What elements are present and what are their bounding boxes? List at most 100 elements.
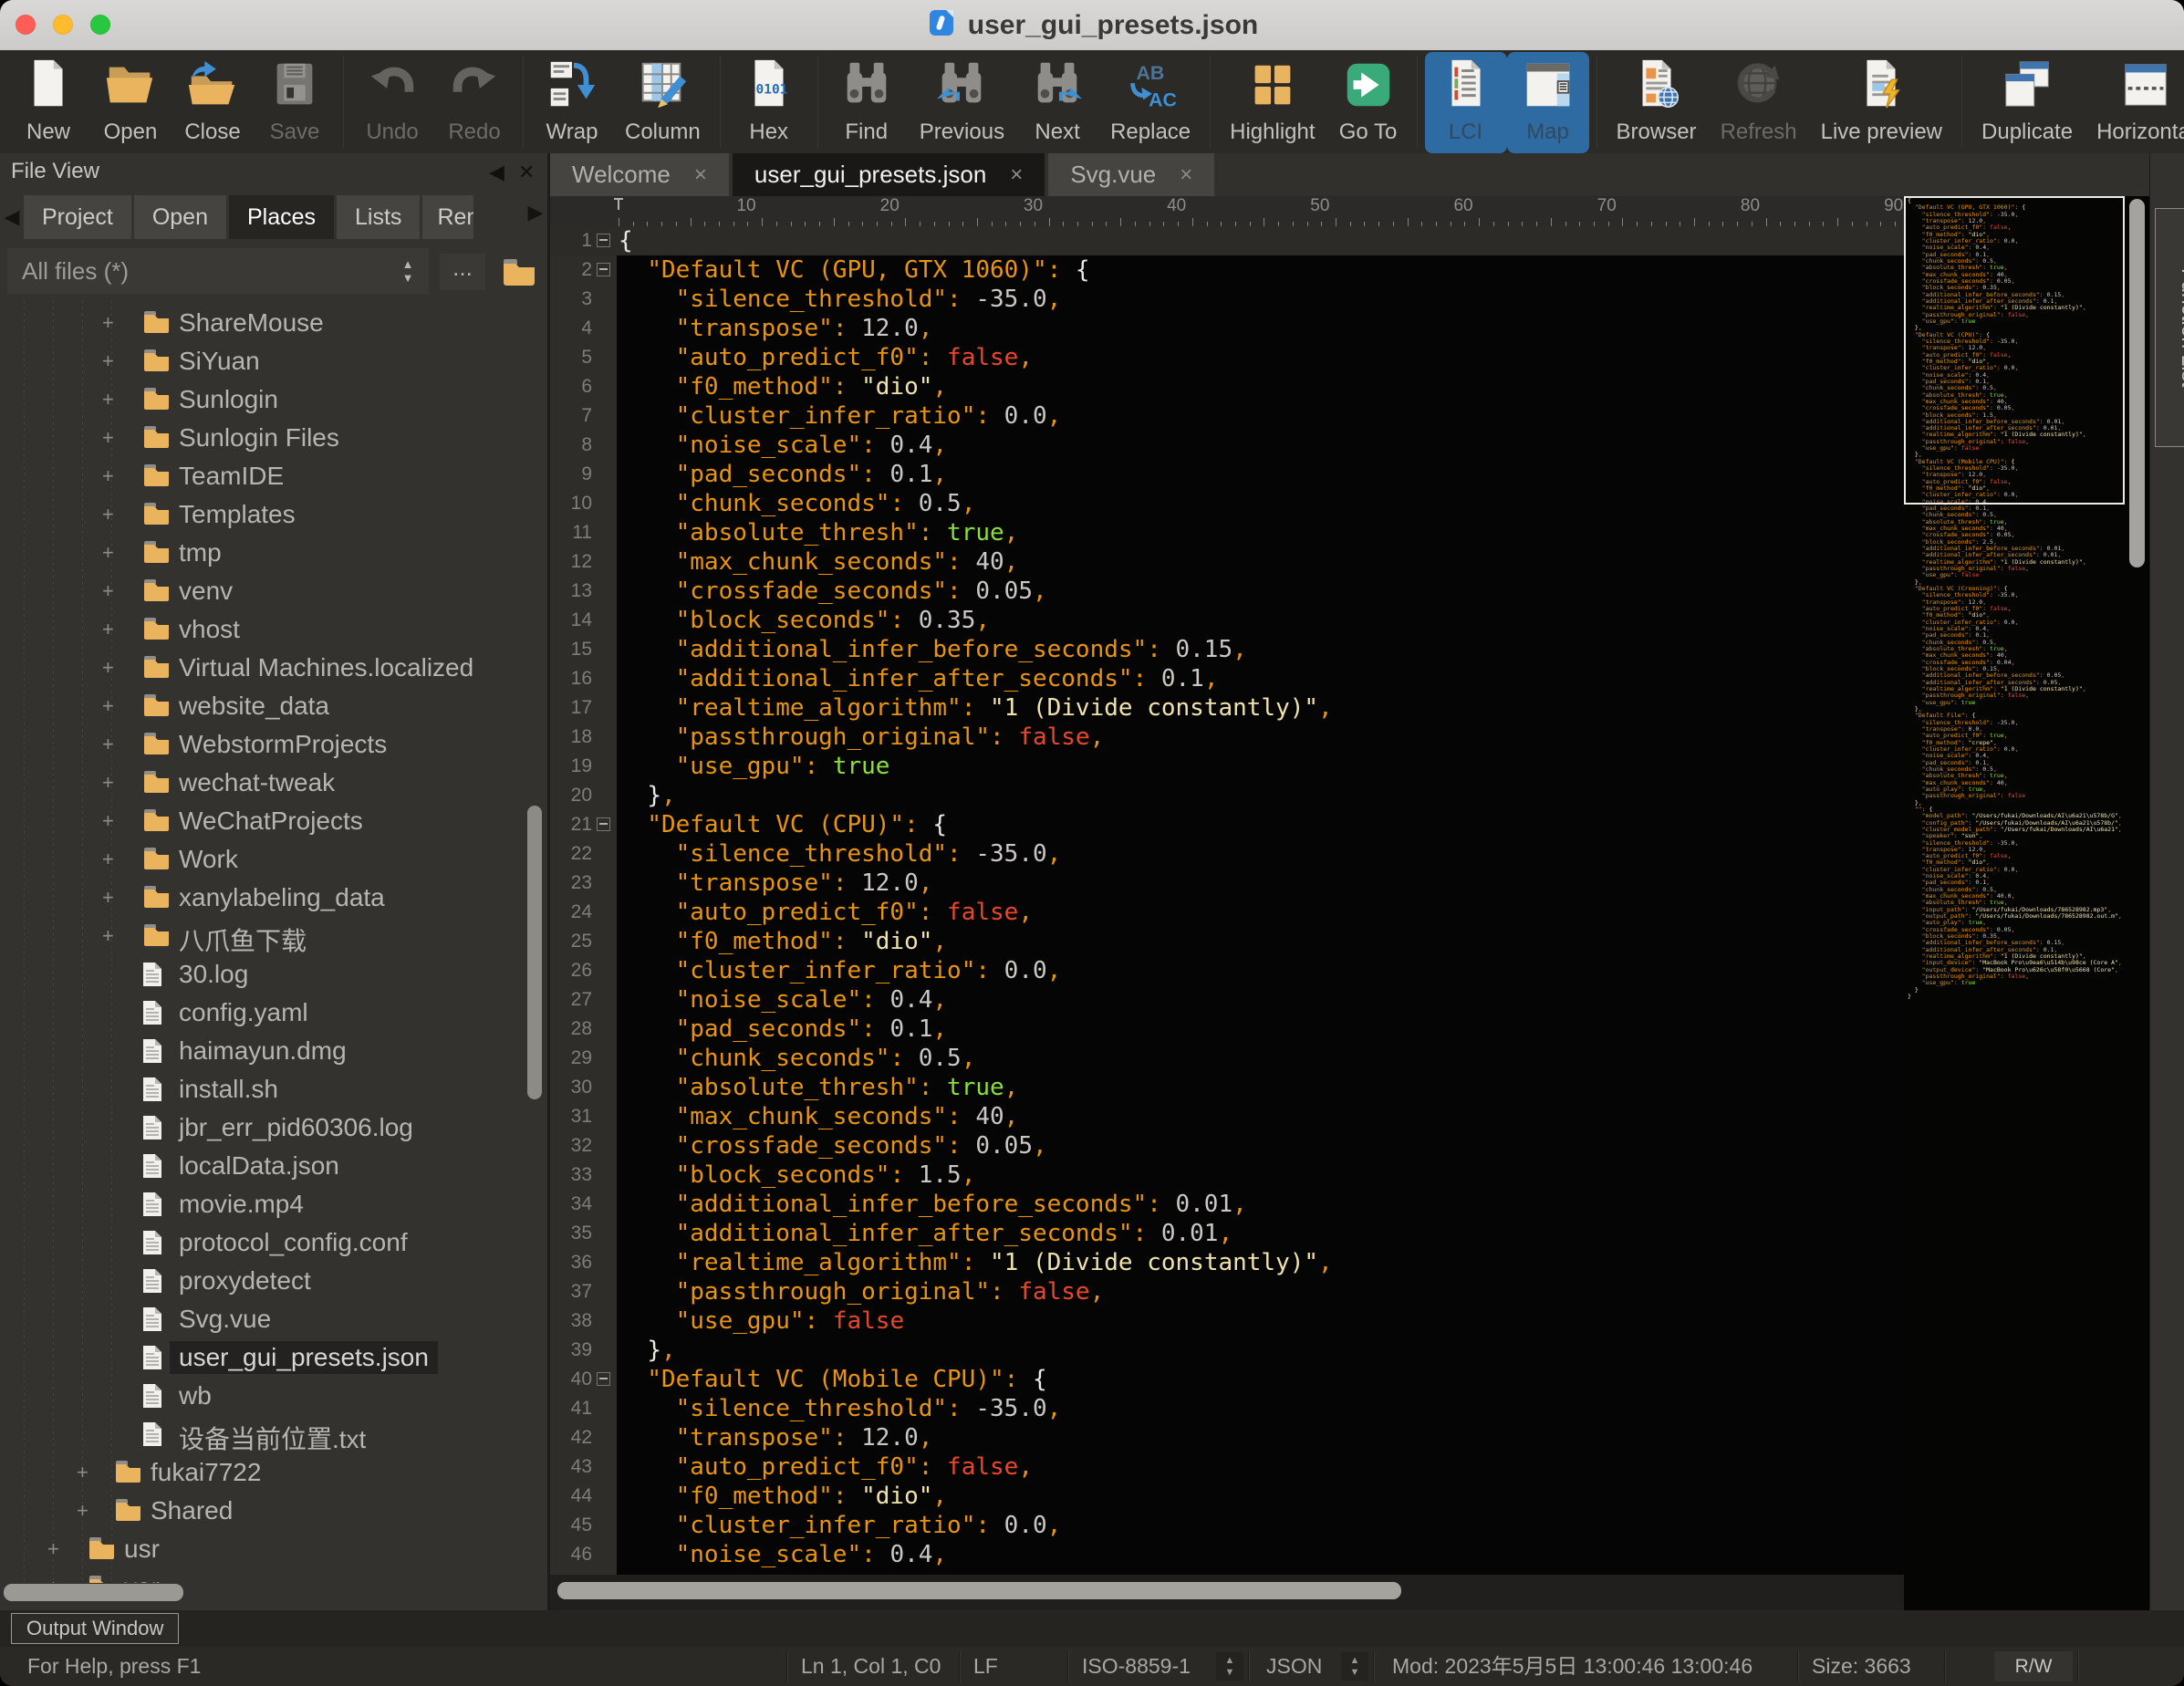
editor-hscroll-thumb[interactable] bbox=[557, 1582, 1401, 1599]
code-line[interactable]: 10 "chunk_seconds": 0.5, bbox=[550, 489, 1904, 518]
code-line[interactable]: 4 "transpose": 12.0, bbox=[550, 314, 1904, 343]
tabs-scroll-right-icon[interactable]: ▶ bbox=[524, 201, 547, 224]
function-list-tab[interactable]: Function List bbox=[2155, 208, 2184, 447]
code-line[interactable]: 29 "chunk_seconds": 0.5, bbox=[550, 1044, 1904, 1073]
editor-vertical-scrollbar[interactable] bbox=[2129, 199, 2145, 567]
close-folder-button[interactable]: Close bbox=[172, 52, 254, 153]
tab-close-icon[interactable]: × bbox=[694, 162, 707, 188]
code-line[interactable]: 28 "pad_seconds": 0.1, bbox=[550, 1015, 1904, 1044]
tree-item-folder[interactable]: +Shared bbox=[0, 1493, 547, 1531]
tree-item-folder[interactable]: +ShareMouse bbox=[0, 305, 547, 343]
replace-button[interactable]: ABACReplace bbox=[1098, 52, 1202, 153]
code-line[interactable]: 11 "absolute_thresh": true, bbox=[550, 518, 1904, 547]
tree-expander-icon[interactable]: + bbox=[102, 389, 114, 411]
tree-item-file[interactable]: 30.log bbox=[0, 956, 547, 994]
code-line[interactable]: 20 }, bbox=[550, 781, 1904, 810]
code-line[interactable]: 14 "block_seconds": 0.35, bbox=[550, 606, 1904, 635]
highlight-button[interactable]: Highlight bbox=[1218, 52, 1326, 153]
tree-item-file[interactable]: install.sh bbox=[0, 1071, 547, 1109]
tree-item-folder[interactable]: +venv bbox=[0, 573, 547, 611]
code-line[interactable]: 42 "transpose": 12.0, bbox=[550, 1423, 1904, 1452]
code-line[interactable]: 13 "crossfade_seconds": 0.05, bbox=[550, 577, 1904, 606]
tree-item-file[interactable]: localData.json bbox=[0, 1148, 547, 1186]
tree-expander-icon[interactable]: + bbox=[102, 887, 114, 909]
tree-item-folder[interactable]: +八爪鱼下载 bbox=[0, 918, 547, 956]
panel-collapse-icon[interactable]: ◀ bbox=[489, 161, 504, 184]
horizontal-button[interactable]: Horizontal bbox=[2085, 52, 2184, 153]
code-line[interactable]: 15 "additional_infer_before_seconds": 0.… bbox=[550, 635, 1904, 664]
code-line[interactable]: 16 "additional_infer_after_seconds": 0.1… bbox=[550, 664, 1904, 693]
duplicate-button[interactable]: Duplicate bbox=[1970, 52, 2085, 153]
code-line[interactable]: 3 "silence_threshold": -35.0, bbox=[550, 285, 1904, 314]
file-view-tab-places[interactable]: Places bbox=[229, 195, 334, 239]
code-line[interactable]: 32 "crossfade_seconds": 0.05, bbox=[550, 1131, 1904, 1160]
goto-button[interactable]: Go To bbox=[1327, 52, 1409, 153]
tree-item-folder[interactable]: +usr bbox=[0, 1531, 547, 1569]
code-line[interactable]: 41 "silence_threshold": -35.0, bbox=[550, 1394, 1904, 1423]
status-mode[interactable]: JSON bbox=[1266, 1647, 1322, 1686]
tree-expander-icon[interactable]: + bbox=[47, 1577, 59, 1583]
new-file-button[interactable]: New bbox=[7, 52, 89, 153]
tree-item-folder[interactable]: +Work bbox=[0, 841, 547, 879]
tree-expander-icon[interactable]: + bbox=[102, 619, 114, 640]
live-preview-button[interactable]: Live preview bbox=[1809, 52, 1954, 153]
editor-horizontal-scrollbar[interactable] bbox=[550, 1575, 1904, 1610]
fold-marker-icon[interactable] bbox=[597, 263, 610, 276]
code-line[interactable]: 17 "realtime_algorithm": "1 (Divide cons… bbox=[550, 693, 1904, 723]
tree-expander-icon[interactable]: + bbox=[102, 734, 114, 755]
fold-marker-icon[interactable] bbox=[597, 817, 610, 831]
status-line-ending[interactable]: LF bbox=[973, 1647, 998, 1686]
code-line[interactable]: 6 "f0_method": "dio", bbox=[550, 372, 1904, 401]
tree-item-folder[interactable]: +WebstormProjects bbox=[0, 726, 547, 765]
fold-marker-icon[interactable] bbox=[597, 234, 610, 247]
encoding-spinner-icon[interactable]: ▲▼ bbox=[1216, 1652, 1243, 1681]
tree-expander-icon[interactable]: + bbox=[102, 465, 114, 487]
panel-close-icon[interactable]: ✕ bbox=[518, 161, 535, 184]
lci-button[interactable]: LCI bbox=[1425, 52, 1507, 153]
code-line[interactable]: 45 "cluster_infer_ratio": 0.0, bbox=[550, 1511, 1904, 1540]
code-line[interactable]: 22 "silence_threshold": -35.0, bbox=[550, 839, 1904, 869]
filter-spinner-icon[interactable]: ▲▼ bbox=[396, 254, 420, 288]
code-line[interactable]: 5 "auto_predict_f0": false, bbox=[550, 343, 1904, 372]
editor-tab-svg-vue[interactable]: Svg.vue× bbox=[1048, 153, 1214, 196]
status-readwrite-badge[interactable]: R/W bbox=[1994, 1651, 2073, 1681]
code-line[interactable]: 31 "max_chunk_seconds": 40, bbox=[550, 1102, 1904, 1131]
code-line[interactable]: 38 "use_gpu": false bbox=[550, 1306, 1904, 1336]
fold-marker-icon[interactable] bbox=[597, 1372, 610, 1386]
tree-item-folder[interactable]: +TeamIDE bbox=[0, 458, 547, 496]
tree-item-folder[interactable]: +Sunlogin Files bbox=[0, 420, 547, 458]
tree-item-folder[interactable]: +WeChatProjects bbox=[0, 803, 547, 841]
tree-item-folder[interactable]: +vhost bbox=[0, 611, 547, 650]
tree-expander-icon[interactable]: + bbox=[102, 427, 114, 449]
tree-expander-icon[interactable]: + bbox=[47, 1538, 59, 1560]
code-line[interactable]: 44 "f0_method": "dio", bbox=[550, 1482, 1904, 1511]
code-line[interactable]: 33 "block_seconds": 1.5, bbox=[550, 1160, 1904, 1190]
code-line[interactable]: 36 "realtime_algorithm": "1 (Divide cons… bbox=[550, 1248, 1904, 1277]
code-editor[interactable]: 1{2 "Default VC (GPU, GTX 1060)": {3 "si… bbox=[550, 226, 1904, 1575]
tab-close-icon[interactable]: × bbox=[1010, 162, 1023, 188]
column-button[interactable]: Column bbox=[613, 52, 712, 153]
output-window-button[interactable]: Output Window bbox=[11, 1613, 179, 1644]
code-line[interactable]: 18 "passthrough_original": false, bbox=[550, 723, 1904, 752]
code-line[interactable]: 12 "max_chunk_seconds": 40, bbox=[550, 547, 1904, 577]
tree-expander-icon[interactable]: + bbox=[102, 312, 114, 334]
code-line[interactable]: 46 "noise_scale": 0.4, bbox=[550, 1540, 1904, 1569]
tree-item-folder[interactable]: +SiYuan bbox=[0, 343, 547, 381]
file-filter-select[interactable]: All files (*) ▲▼ bbox=[7, 248, 429, 294]
tree-expander-icon[interactable]: + bbox=[102, 350, 114, 372]
code-line[interactable]: 8 "noise_scale": 0.4, bbox=[550, 431, 1904, 460]
editor-tab-user-gui-presets-json[interactable]: user_gui_presets.json× bbox=[733, 153, 1045, 196]
tree-item-folder[interactable]: +website_data bbox=[0, 688, 547, 726]
tree-item-file[interactable]: Svg.vue bbox=[0, 1301, 547, 1339]
minimap[interactable]: { "Default VC (GPU, GTX 1060)": { "silen… bbox=[1904, 196, 2149, 1610]
tree-item-folder[interactable]: +Sunlogin bbox=[0, 381, 547, 420]
tree-item-file[interactable]: jbr_err_pid60306.log bbox=[0, 1109, 547, 1148]
tree-expander-icon[interactable]: + bbox=[102, 925, 114, 947]
file-tree-horizontal-scrollbar[interactable] bbox=[4, 1584, 183, 1601]
find-button[interactable]: Find bbox=[826, 52, 908, 153]
code-line[interactable]: 30 "absolute_thresh": true, bbox=[550, 1073, 1904, 1102]
code-line[interactable]: 25 "f0_method": "dio", bbox=[550, 927, 1904, 956]
code-line[interactable]: 43 "auto_predict_f0": false, bbox=[550, 1452, 1904, 1482]
status-encoding[interactable]: ISO-8859-1 bbox=[1082, 1647, 1191, 1686]
tree-expander-icon[interactable]: + bbox=[102, 580, 114, 602]
